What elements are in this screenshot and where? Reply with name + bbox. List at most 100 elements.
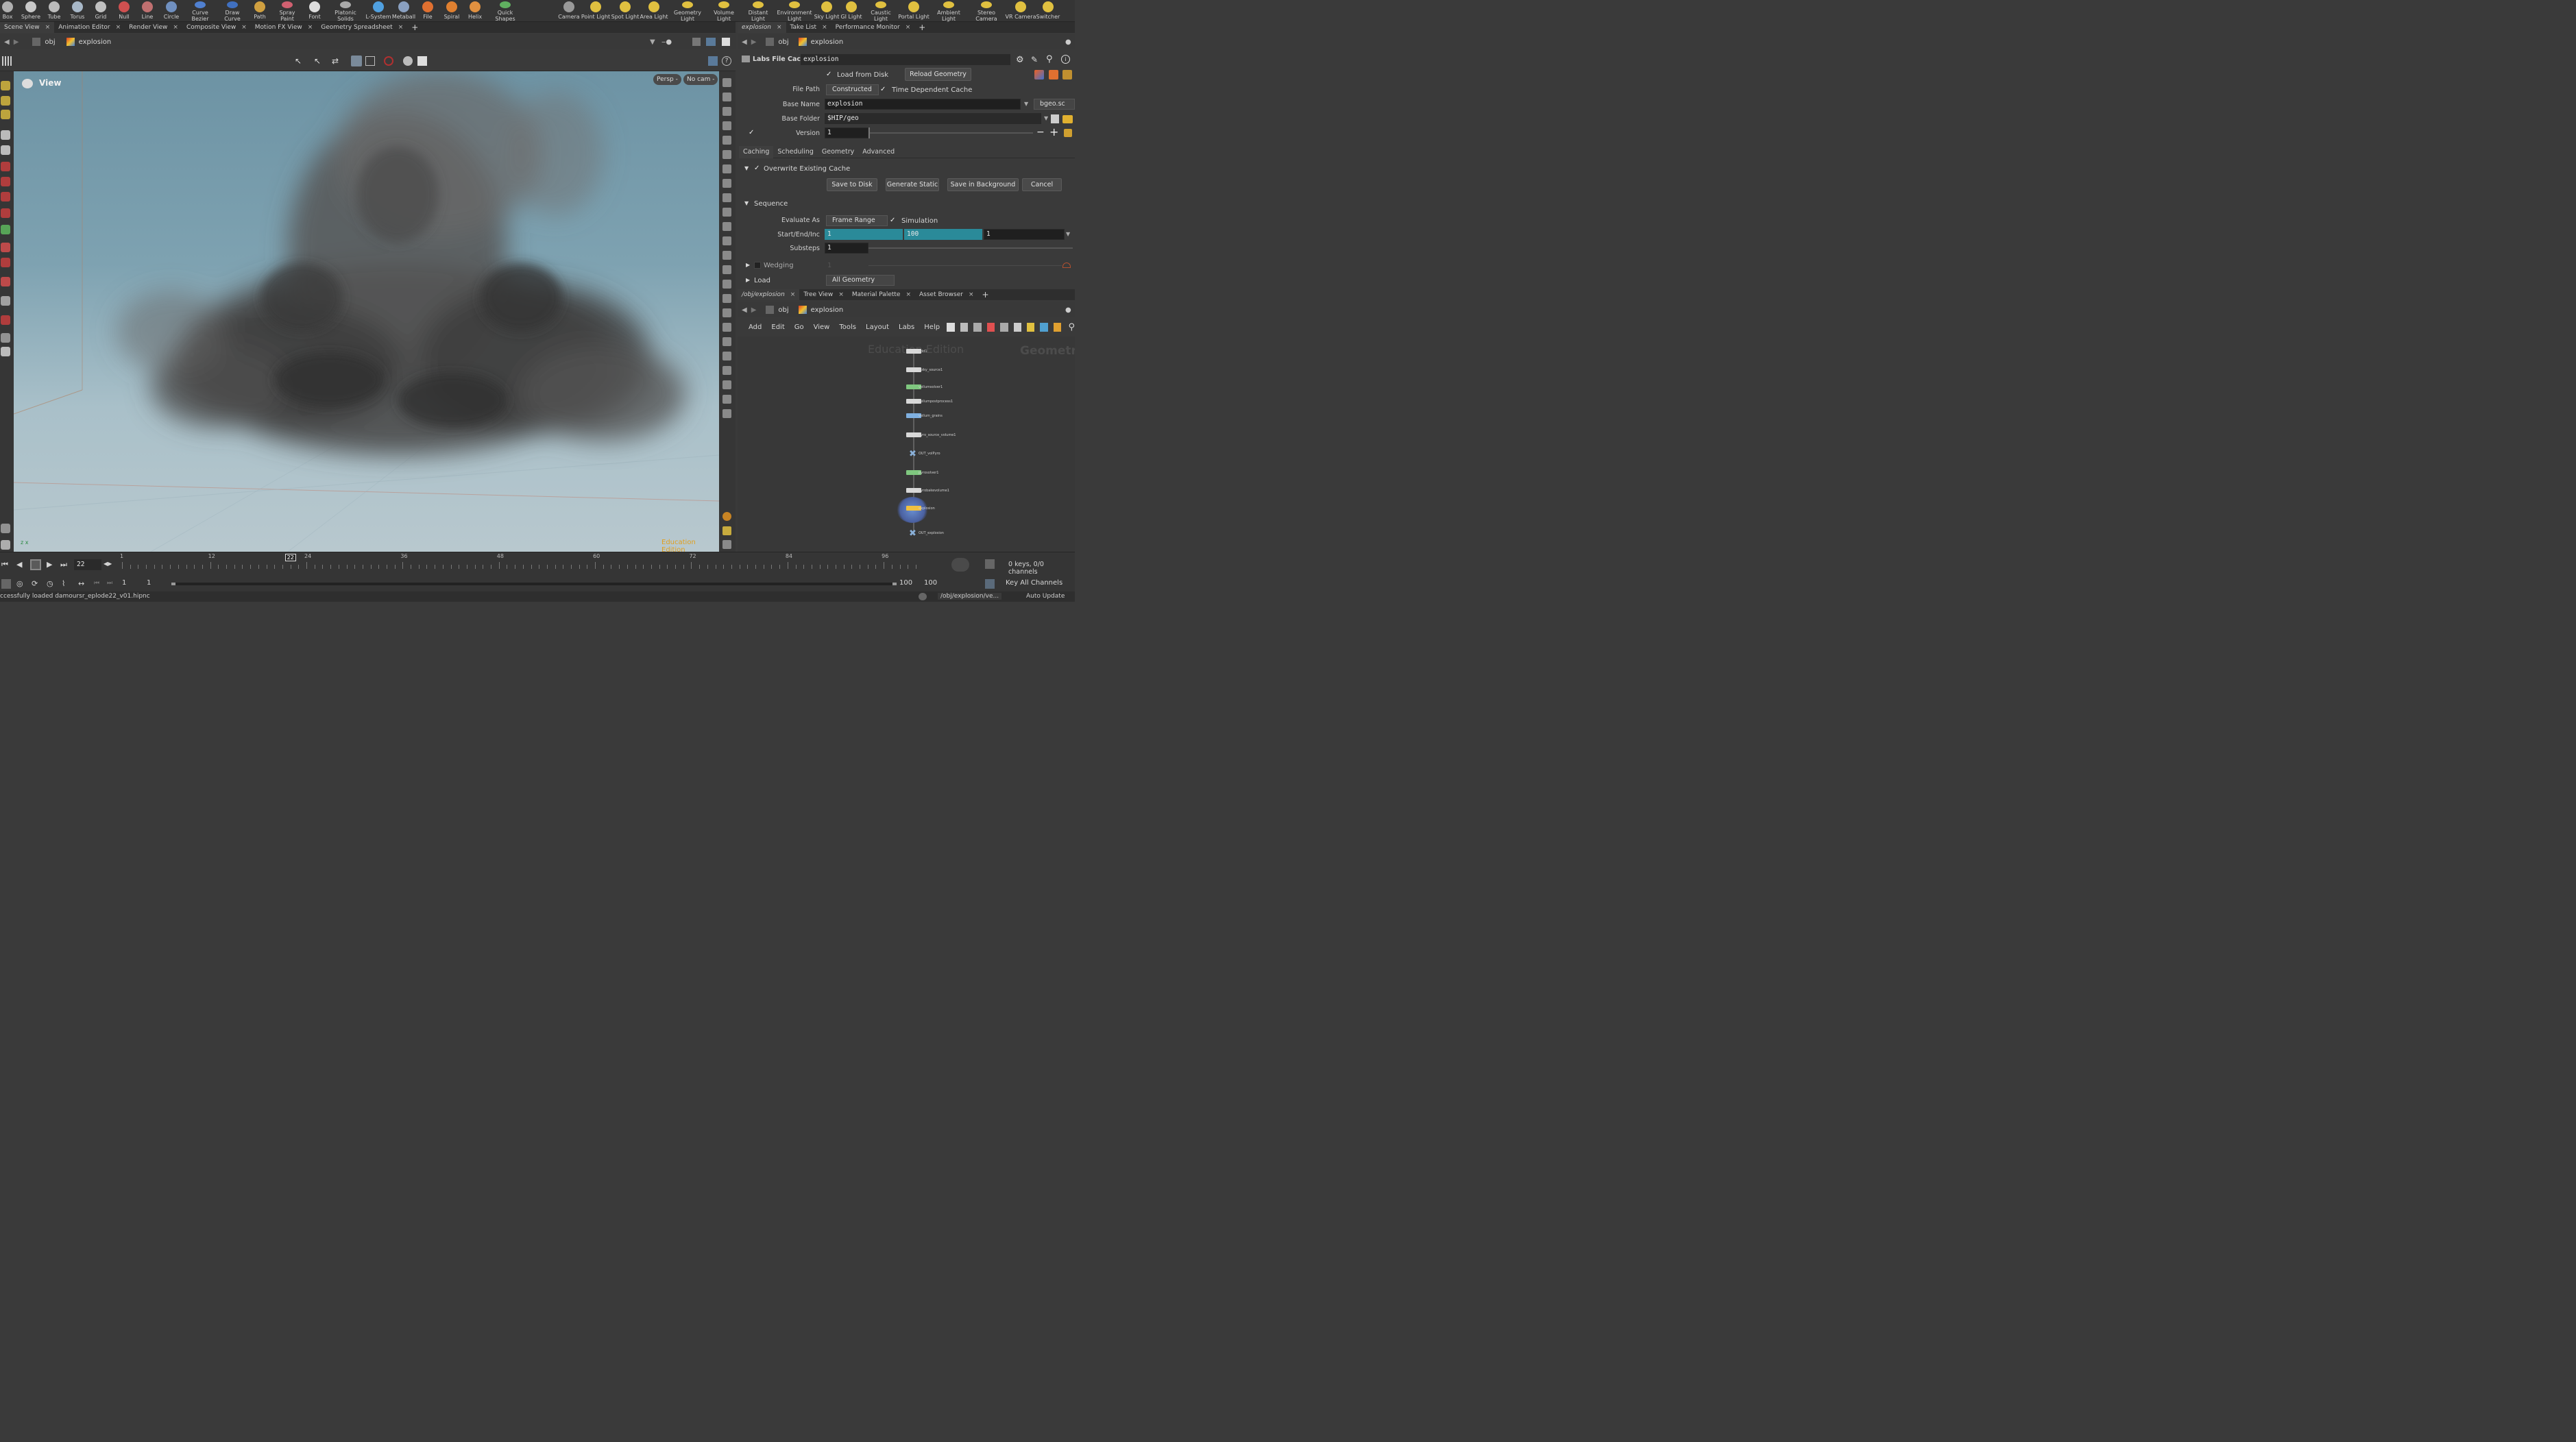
- settings-icon[interactable]: [417, 56, 427, 66]
- gear-icon[interactable]: ⚙: [1016, 55, 1024, 65]
- version-enable-checkbox[interactable]: ✓: [749, 130, 755, 136]
- magnet-tool-icon[interactable]: [1, 243, 10, 252]
- shelf-tool-volume-light[interactable]: Volume Light: [707, 0, 740, 22]
- brush-tool-icon[interactable]: [1, 277, 10, 286]
- network-node-vellumpostprocess1[interactable]: vellumpostprocess1: [906, 399, 988, 407]
- shelf-tool-point-light[interactable]: Point Light: [579, 0, 612, 22]
- viewport-tool-icon-2[interactable]: [722, 93, 731, 101]
- pose-tool-icon[interactable]: [1, 208, 10, 218]
- paint-tool-icon[interactable]: [1, 110, 10, 119]
- save-to-disk-button[interactable]: Save to Disk: [827, 178, 877, 191]
- range-slider[interactable]: [171, 583, 897, 585]
- stop-render-icon[interactable]: [384, 56, 393, 66]
- keyframe-icon[interactable]: [985, 559, 995, 569]
- sequence-expand-icon[interactable]: ▼: [744, 200, 749, 206]
- paint-bucket-tool-icon[interactable]: [1, 296, 10, 306]
- edit-icon[interactable]: ✎: [1031, 55, 1038, 64]
- shelf-tool-area-light[interactable]: Area Light: [637, 0, 670, 22]
- stop-icon[interactable]: [30, 559, 41, 570]
- shelf-tool-stereo-camera[interactable]: Stereo Camera: [970, 0, 1003, 22]
- close-icon[interactable]: ×: [790, 289, 796, 300]
- network-node-vellumsolver1[interactable]: vellumsolver1: [906, 384, 988, 393]
- base-name-field[interactable]: explosion: [825, 99, 1021, 110]
- network-menu-help[interactable]: Help: [924, 323, 940, 331]
- current-frame-field[interactable]: 22: [74, 559, 101, 570]
- snap-icon[interactable]: [403, 56, 413, 66]
- pin-icon[interactable]: ‒●: [661, 38, 672, 46]
- maximize-icon[interactable]: [722, 38, 730, 46]
- cache-icon-a[interactable]: [1034, 70, 1044, 80]
- network-menu-go[interactable]: Go: [794, 323, 804, 331]
- light-tool-icon[interactable]: [1, 347, 10, 356]
- network-tool-icon-7[interactable]: [1026, 322, 1035, 332]
- load-dropdown[interactable]: All Geometry: [826, 275, 895, 286]
- param-tab-geometry[interactable]: Geometry: [818, 146, 858, 158]
- play-icon[interactable]: ▶: [47, 560, 52, 569]
- shelf-tool-circle[interactable]: Circle: [156, 0, 186, 22]
- view-options-icon[interactable]: [692, 38, 701, 46]
- prev-key-icon[interactable]: ⏮: [94, 580, 99, 587]
- first-frame-icon[interactable]: ⏮: [1, 560, 8, 570]
- time-dependent-checkbox[interactable]: ✓: [880, 86, 887, 93]
- tab-obj-explosion[interactable]: /obj/explosion ×: [738, 289, 800, 300]
- close-icon[interactable]: ×: [173, 22, 178, 33]
- tab-scene-view[interactable]: Scene View ×: [0, 22, 55, 33]
- path-node[interactable]: explosion: [811, 38, 844, 46]
- substeps-slider[interactable]: [868, 247, 1073, 249]
- network-tool-icon-4[interactable]: [986, 322, 995, 332]
- camera-menu[interactable]: No cam -: [683, 74, 718, 85]
- viewport-tool-icon-27[interactable]: [722, 540, 731, 549]
- shelf-tool-geometry-light[interactable]: Geometry Light: [671, 0, 704, 22]
- shelf-tool-gi-light[interactable]: GI Light: [835, 0, 868, 22]
- range-start[interactable]: 1: [122, 579, 126, 587]
- end-frame-field[interactable]: 100: [904, 229, 982, 240]
- start-frame-field[interactable]: 1: [825, 229, 903, 240]
- shelf-tool-switcher[interactable]: Switcher: [1032, 0, 1065, 22]
- lock-tool-icon[interactable]: [1, 145, 10, 155]
- shelf-tool-portal-light[interactable]: Portal Light: [897, 0, 930, 22]
- shading-mode-icon[interactable]: [351, 56, 362, 66]
- viewport-tool-icon-1[interactable]: [722, 78, 731, 87]
- ruler-icon[interactable]: ⌇: [62, 579, 65, 588]
- step-back-icon[interactable]: ◀: [16, 560, 22, 569]
- sketch-tool-icon[interactable]: [1, 524, 10, 533]
- viewport-tool-icon-8[interactable]: [722, 179, 731, 188]
- network-editor[interactable]: Education Edition Geometr add1 spiky_sour…: [738, 337, 1075, 552]
- file-browse-icon[interactable]: [1051, 114, 1059, 123]
- param-tab-advanced[interactable]: Advanced: [858, 146, 899, 158]
- viewport-tool-icon-15[interactable]: [722, 280, 731, 289]
- cancel-button[interactable]: Cancel: [1022, 178, 1062, 191]
- substeps-field[interactable]: 1: [825, 243, 868, 254]
- load-from-disk-checkbox[interactable]: ✓: [826, 71, 833, 78]
- camera-tool-icon[interactable]: [1, 333, 10, 343]
- select-tool-icon[interactable]: [1, 130, 10, 140]
- shelf-tool-environment-light[interactable]: Environment Light: [777, 0, 812, 22]
- file-path-dropdown[interactable]: Constructed: [826, 84, 879, 95]
- viewport-tool-icon-17[interactable]: [722, 308, 731, 317]
- minus-icon[interactable]: −: [1036, 127, 1045, 138]
- network-tool-icon-5[interactable]: [1000, 322, 1008, 332]
- step-keys-icon[interactable]: ◀▶: [104, 561, 112, 567]
- viewport-tool-icon-11[interactable]: [722, 222, 731, 231]
- display-icon[interactable]: [708, 56, 718, 66]
- add-tab-icon[interactable]: +: [977, 290, 993, 300]
- node-name-field[interactable]: explosion: [801, 54, 1010, 65]
- shelf-tool-spot-light[interactable]: Spot Light: [609, 0, 642, 22]
- version-field[interactable]: 1: [825, 127, 868, 138]
- viewport-tool-icon-18[interactable]: [722, 323, 731, 332]
- evaluate-as-dropdown[interactable]: Frame Range: [826, 215, 888, 226]
- close-icon[interactable]: ×: [308, 22, 313, 33]
- overwrite-expand-icon[interactable]: ▼: [744, 165, 749, 171]
- shelf-tool-draw-curve[interactable]: Draw Curve: [217, 0, 247, 22]
- tab-animation-editor[interactable]: Animation Editor ×: [54, 22, 125, 33]
- add-tab-icon[interactable]: +: [914, 23, 929, 32]
- status-path[interactable]: /obj/explosion/ve...: [938, 593, 1002, 600]
- viewport-tool-icon-10[interactable]: [722, 208, 731, 217]
- folder-icon[interactable]: [1062, 115, 1073, 123]
- close-icon[interactable]: ×: [838, 289, 844, 300]
- tab-asset-browser[interactable]: Asset Browser ×: [915, 289, 977, 300]
- network-menu-add[interactable]: Add: [749, 323, 762, 331]
- base-name-dropdown-icon[interactable]: ▼: [1024, 101, 1028, 107]
- network-tool-icon-6[interactable]: [1013, 322, 1021, 332]
- scale-tool-icon[interactable]: [1, 192, 10, 201]
